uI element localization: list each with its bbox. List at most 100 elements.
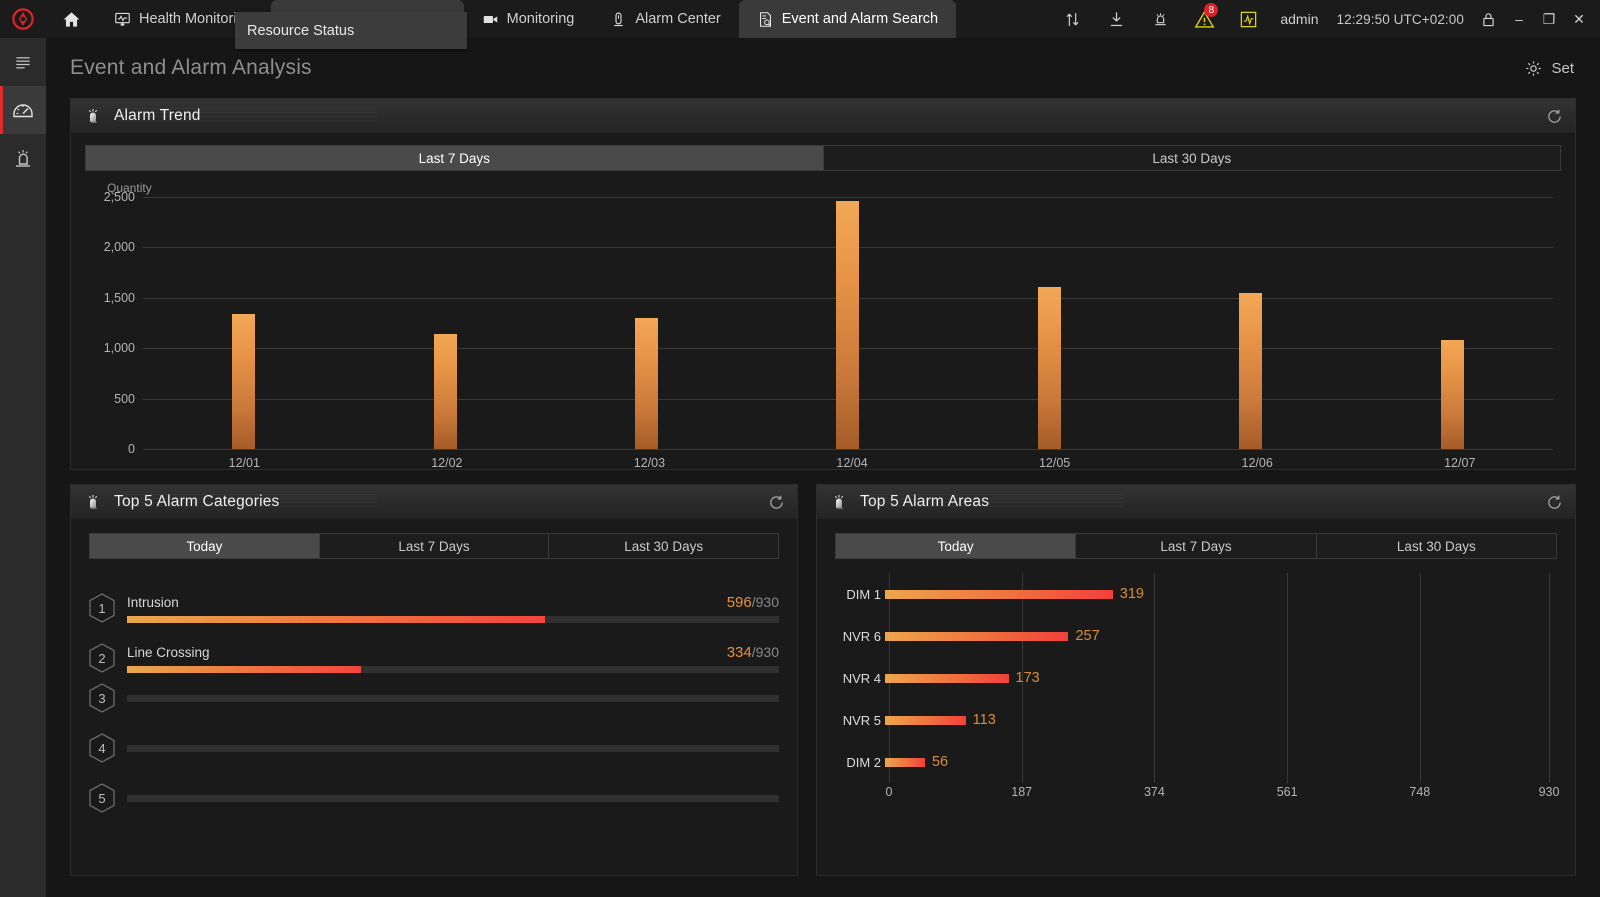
category-main: Intrusion 596/930 <box>127 594 779 623</box>
gridline <box>1549 573 1550 783</box>
alarm-areas-body: Today Last 7 Days Last 30 Days DIM 1 319 N… <box>817 519 1575 821</box>
refresh-icon[interactable] <box>768 494 785 511</box>
tab-alarm-center[interactable]: Alarm Center <box>592 0 738 38</box>
lock-button[interactable] <box>1472 0 1504 38</box>
category-row: 5 <box>89 773 779 823</box>
category-name: Line Crossing <box>127 645 210 660</box>
x-axis-tick-label: 748 <box>1409 785 1431 799</box>
area-bar-wrap: 173 <box>885 667 1549 689</box>
x-axis-tick-label: 187 <box>1011 785 1033 799</box>
category-main <box>127 794 779 802</box>
health-monitor-icon <box>115 12 130 26</box>
bar-series <box>143 197 1553 449</box>
alarm-areas-panel: Top 5 Alarm Areas Today Last 7 Days Last… <box>816 484 1576 876</box>
area-bar[interactable] <box>885 715 966 725</box>
warning-alerts-button[interactable]: 8 <box>1182 0 1226 38</box>
clock: 12:29:50 UTC+02:00 <box>1336 11 1464 27</box>
signal-chart-button[interactable] <box>1226 0 1270 38</box>
rank-badge: 1 <box>89 593 115 623</box>
bar[interactable] <box>1440 340 1464 449</box>
range-tab-today[interactable]: Today <box>836 534 1077 558</box>
x-axis-tick-label: 930 <box>1538 785 1560 799</box>
bar[interactable] <box>1037 286 1061 449</box>
area-bar[interactable] <box>885 757 925 767</box>
rail-item-menu[interactable] <box>0 38 46 86</box>
category-track <box>127 694 779 702</box>
alarm-bell-icon <box>1155 12 1166 25</box>
rank-badge: 4 <box>89 733 115 763</box>
category-main <box>127 694 779 702</box>
area-row: NVR 6 257 <box>835 625 1549 647</box>
category-row: 3 <box>89 673 779 723</box>
category-track <box>127 616 779 623</box>
area-bar[interactable] <box>885 673 1009 683</box>
alarm-trend-header: Alarm Trend <box>71 99 1575 133</box>
app-logo[interactable] <box>0 0 46 38</box>
alarm-bell-button[interactable] <box>1138 0 1182 38</box>
tab-label: Monitoring <box>506 11 575 27</box>
bar-slot <box>1150 197 1351 449</box>
alarm-categories-header: Top 5 Alarm Categories <box>71 485 797 519</box>
dashboard-gauge-icon <box>13 104 33 118</box>
alarm-trend-range-tabs: Last 7 Days Last 30 Days <box>85 145 1561 171</box>
rank-number: 1 <box>98 600 106 616</box>
download-icon <box>1110 11 1122 26</box>
x-axis-tick-label: 374 <box>1143 785 1165 799</box>
category-value: 596/930 <box>726 594 779 611</box>
tab-event-and-alarm-search[interactable]: Event and Alarm Search <box>738 0 957 38</box>
minimize-button[interactable]: – <box>1504 0 1534 38</box>
set-label: Set <box>1551 59 1574 77</box>
rank-number: 3 <box>98 690 106 706</box>
download-button[interactable] <box>1094 0 1138 38</box>
category-main <box>127 744 779 752</box>
y-axis-tick-label: 500 <box>114 391 135 406</box>
range-tab-last7[interactable]: Last 7 Days <box>1076 534 1317 558</box>
gridline <box>143 449 1553 450</box>
area-label: DIM 2 <box>846 754 881 770</box>
rank-number: 4 <box>98 740 106 756</box>
category-row: 1 Intrusion 596/930 <box>89 573 779 623</box>
maximize-button[interactable]: ❐ <box>1534 0 1564 38</box>
area-row: DIM 2 56 <box>835 751 1549 773</box>
bar[interactable] <box>1239 292 1263 449</box>
rail-item-dashboard[interactable] <box>0 86 46 134</box>
bar[interactable] <box>836 201 860 449</box>
range-tab-last7[interactable]: Last 7 Days <box>86 146 824 170</box>
range-tab-last30[interactable]: Last 30 Days <box>824 146 1561 170</box>
range-tab-today[interactable]: Today <box>90 534 320 558</box>
category-header: Intrusion 596/930 <box>127 594 779 611</box>
rank-badge: 5 <box>89 783 115 813</box>
home-button[interactable] <box>46 0 96 38</box>
tab-monitoring[interactable]: Monitoring <box>464 0 593 38</box>
area-bar[interactable] <box>885 589 1113 599</box>
bar-slot <box>747 197 948 449</box>
x-axis-labels: 12/01 12/02 12/03 12/04 12/05 12/06 12/07 <box>143 456 1561 470</box>
bar[interactable] <box>635 317 659 449</box>
area-bar-wrap: 319 <box>885 583 1549 605</box>
refresh-icon[interactable] <box>1546 494 1563 511</box>
system-icon-group: 8 admin 12:29:50 UTC+02:00 – ❐ ✕ <box>1050 0 1600 38</box>
rail-item-alarm[interactable] <box>0 134 46 182</box>
user-name[interactable]: admin <box>1270 11 1328 27</box>
alarm-areas-plot: DIM 1 319 NVR 6 257 NVR 4 173 NVR 5 113 DIM 2 56 … <box>835 573 1560 805</box>
category-row: 4 <box>89 723 779 773</box>
area-bar-wrap: 257 <box>885 625 1549 647</box>
alarm-areas-title: Top 5 Alarm Areas <box>860 493 990 510</box>
alarm-bell-icon <box>88 109 98 123</box>
area-row: NVR 5 113 <box>835 709 1549 731</box>
refresh-icon[interactable] <box>1546 108 1563 125</box>
area-bar[interactable] <box>885 631 1069 641</box>
range-tab-last7[interactable]: Last 7 Days <box>320 534 550 558</box>
bar[interactable] <box>232 313 256 449</box>
x-axis-tick-label: 12/04 <box>836 456 868 470</box>
close-window-button[interactable]: ✕ <box>1564 0 1594 38</box>
range-tab-last30[interactable]: Last 30 Days <box>549 534 778 558</box>
range-tab-last30[interactable]: Last 30 Days <box>1317 534 1556 558</box>
transfer-button[interactable] <box>1050 0 1094 38</box>
bar[interactable] <box>433 334 457 449</box>
rank-number: 5 <box>98 790 106 806</box>
rank-number: 2 <box>98 650 106 666</box>
area-value-label: 113 <box>972 712 996 728</box>
bar-slot <box>143 197 344 449</box>
set-button[interactable]: Set <box>1524 59 1574 78</box>
